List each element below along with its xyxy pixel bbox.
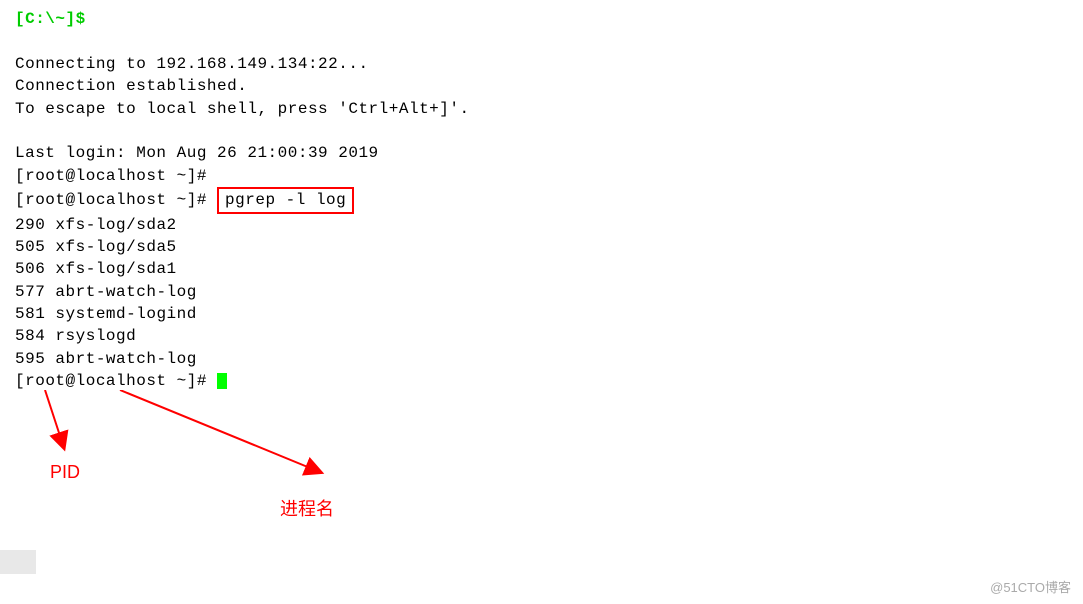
pid-value: 577 <box>15 283 45 301</box>
output-row: 290 xfs-log/sda2 <box>15 214 1068 236</box>
process-name: xfs-log/sda2 <box>55 216 176 234</box>
escape-line: To escape to local shell, press 'Ctrl+Al… <box>15 98 1068 120</box>
blank-line <box>15 30 1068 52</box>
prompt-suffix: ot@localhost ~]# <box>45 372 217 390</box>
output-row: 595 abrt-watch-log <box>15 348 1068 370</box>
output-row: 584 rsyslogd <box>15 325 1068 347</box>
root-prompt-empty: [root@localhost ~]# <box>15 165 1068 187</box>
watermark-text: @51CTO博客 <box>990 577 1071 596</box>
process-name: systemd-logind <box>55 305 196 323</box>
prompt-prefix: [r <box>15 372 35 390</box>
established-line: Connection established. <box>15 75 1068 97</box>
terminal-window: [C:\~]$ Connecting to 192.168.149.134:22… <box>0 0 1083 401</box>
pid-value: 584 <box>15 327 45 345</box>
cursor-icon <box>217 373 227 389</box>
pgrep-command: pgrep -l log <box>225 191 346 209</box>
root-prompt-label: [root@localhost ~]# <box>15 191 217 209</box>
pid-value: 290 <box>15 216 45 234</box>
lastlogin-line: Last login: Mon Aug 26 21:00:39 2019 <box>15 142 1068 164</box>
blank-line <box>15 120 1068 142</box>
prompt-mid: o <box>35 372 45 390</box>
process-name: abrt-watch-log <box>55 283 196 301</box>
command-line: [root@localhost ~]# pgrep -l log <box>15 187 1068 213</box>
pid-value: 581 <box>15 305 45 323</box>
shell-prompt: [C:\~]$ <box>15 8 1068 30</box>
decorative-block <box>0 550 36 574</box>
pid-arrow-icon <box>30 390 90 460</box>
procname-arrow-icon <box>110 390 340 490</box>
connecting-line: Connecting to 192.168.149.134:22... <box>15 53 1068 75</box>
pid-annotation-label: PID <box>50 462 80 483</box>
command-highlight-box: pgrep -l log <box>217 187 354 213</box>
process-name: xfs-log/sda1 <box>55 260 176 278</box>
procname-annotation-label: 进程名 <box>280 495 334 521</box>
output-row: 577 abrt-watch-log <box>15 281 1068 303</box>
process-name: rsyslogd <box>55 327 136 345</box>
pid-value: 595 <box>15 350 45 368</box>
output-row: 506 xfs-log/sda1 <box>15 258 1068 280</box>
pid-value: 506 <box>15 260 45 278</box>
output-row: 505 xfs-log/sda5 <box>15 236 1068 258</box>
pid-value: 505 <box>15 238 45 256</box>
process-name: xfs-log/sda5 <box>55 238 176 256</box>
output-row: 581 systemd-logind <box>15 303 1068 325</box>
prompt-text: [C:\~]$ <box>15 10 86 28</box>
process-name: abrt-watch-log <box>55 350 196 368</box>
